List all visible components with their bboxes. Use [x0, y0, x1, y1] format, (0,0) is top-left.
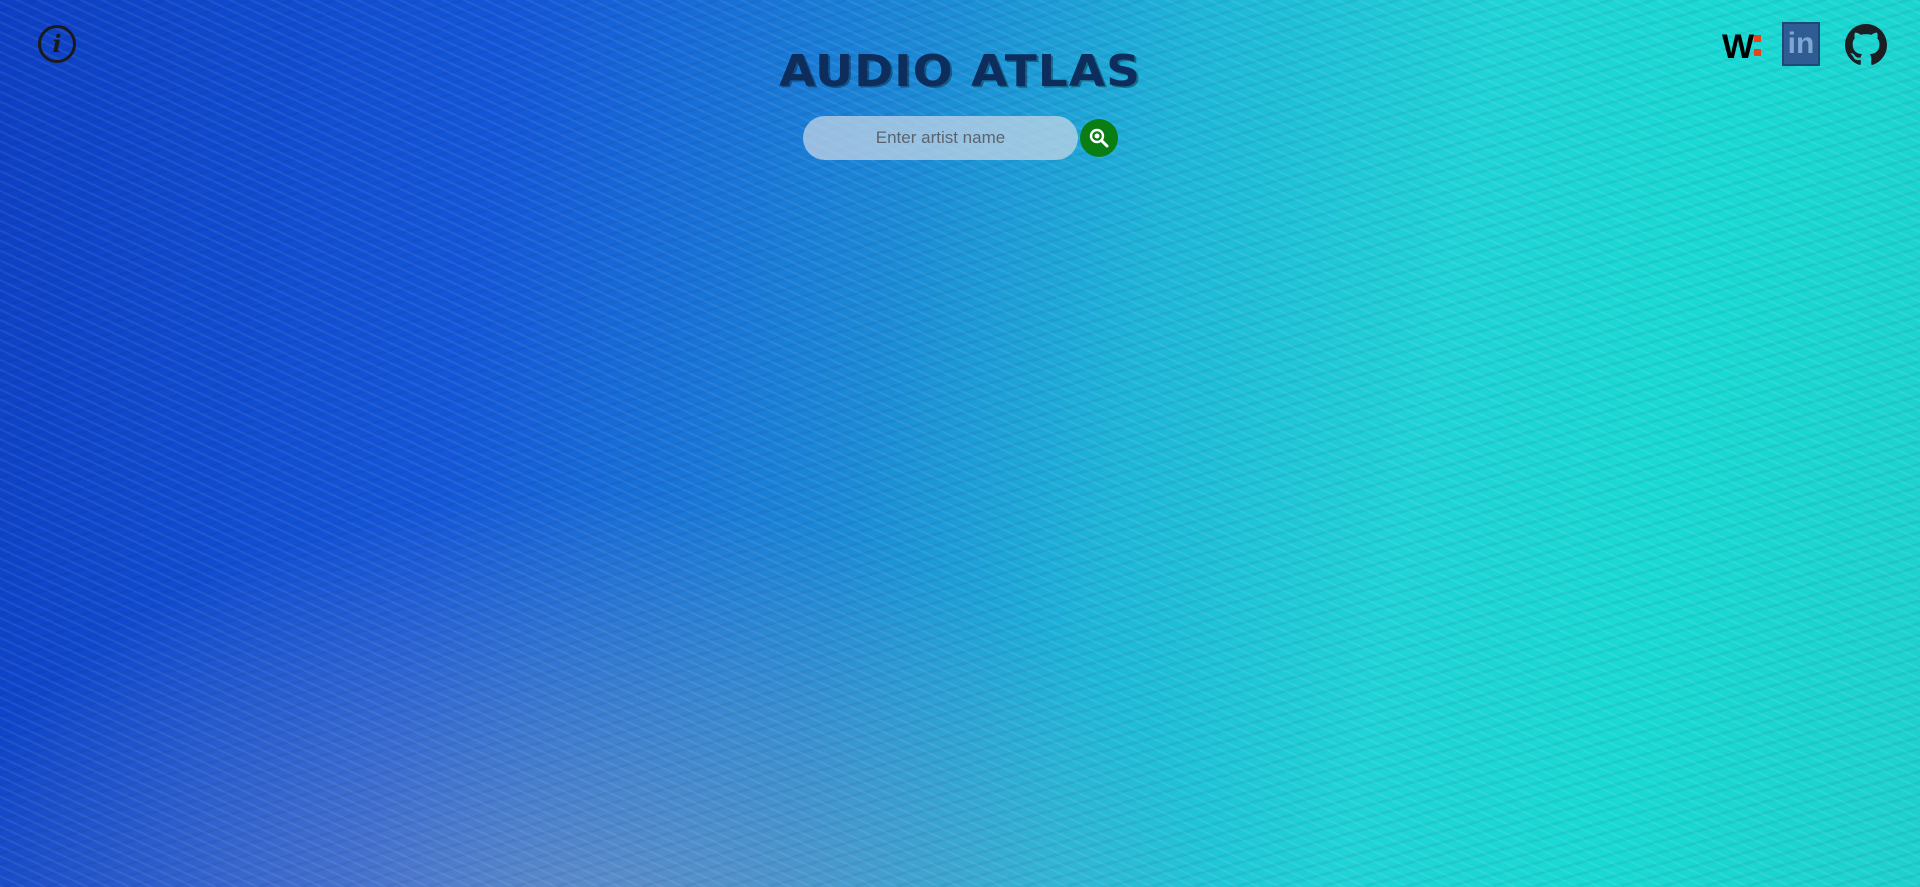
search-bar	[803, 116, 1118, 160]
github-icon[interactable]	[1845, 24, 1887, 66]
search-button[interactable]	[1080, 119, 1118, 157]
linkedin-label: in	[1787, 27, 1815, 60]
page-title: AUDIO ATLAS	[779, 46, 1141, 97]
search-icon	[1089, 128, 1109, 148]
w-logo-icon[interactable]: W	[1722, 30, 1754, 64]
artist-search-input[interactable]	[803, 116, 1078, 160]
w-logo-colon	[1752, 33, 1762, 59]
linkedin-icon[interactable]: in	[1782, 22, 1820, 66]
